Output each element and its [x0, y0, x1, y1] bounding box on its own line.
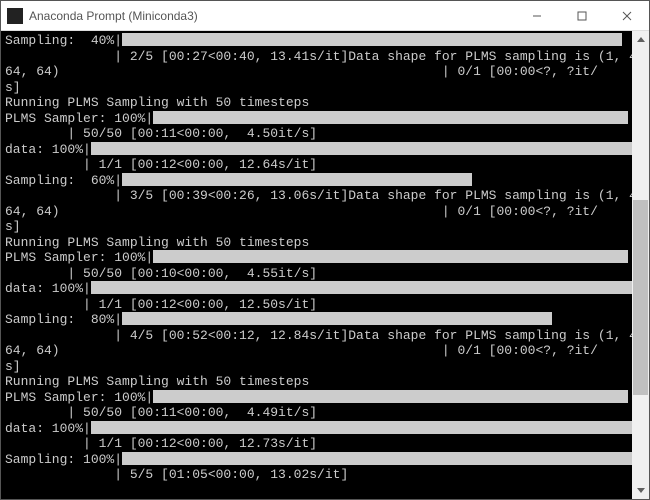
progress-bar	[153, 390, 628, 403]
log-line: 64, 64) | 0/1 [00:00<?, ?it/	[5, 343, 598, 358]
log-line: PLMS Sampler: 100%|	[5, 111, 153, 126]
scroll-track[interactable]	[632, 48, 649, 482]
log-line: 64, 64) | 0/1 [00:00<?, ?it/	[5, 64, 598, 79]
log-line: data: 100%|	[5, 142, 91, 157]
progress-bar	[122, 452, 632, 465]
log-line: | 1/1 [00:12<00:00, 12.64s/it]	[5, 157, 317, 172]
log-line: | 4/5 [00:52<00:12, 12.84s/it]Data shape…	[5, 328, 632, 343]
log-line: Sampling: 40%|	[5, 33, 122, 48]
log-line: | 1/1 [00:12<00:00, 12.50s/it]	[5, 297, 317, 312]
log-line: s]	[5, 80, 21, 95]
log-line: Sampling: 80%|	[5, 312, 122, 327]
log-line: | 50/50 [00:10<00:00, 4.55it/s]	[5, 266, 317, 281]
progress-bar	[91, 421, 632, 434]
window-frame: Anaconda Prompt (Miniconda3) Sampling: 4…	[0, 0, 650, 500]
log-line: | 1/1 [00:12<00:00, 12.73s/it]	[5, 436, 317, 451]
minimize-button[interactable]	[514, 1, 559, 31]
log-line: Running PLMS Sampling with 50 timesteps	[5, 235, 309, 250]
terminal-output[interactable]: Sampling: 40%| | 2/5 [00:27<00:40, 13.41…	[1, 31, 632, 499]
progress-bar	[91, 281, 632, 294]
log-line: | 50/50 [00:11<00:00, 4.49it/s]	[5, 405, 317, 420]
app-icon	[7, 8, 23, 24]
scroll-down-button[interactable]	[632, 482, 649, 499]
log-line: Running PLMS Sampling with 50 timesteps	[5, 374, 309, 389]
log-line: PLMS Sampler: 100%|	[5, 390, 153, 405]
progress-bar	[122, 173, 472, 186]
progress-bar	[153, 111, 628, 124]
log-line: | 2/5 [00:27<00:40, 13.41s/it]Data shape…	[5, 49, 632, 64]
scroll-up-button[interactable]	[632, 31, 649, 48]
scroll-thumb[interactable]	[633, 200, 648, 395]
log-line: s]	[5, 359, 21, 374]
progress-bar	[91, 142, 632, 155]
log-line: Sampling: 100%|	[5, 452, 122, 467]
log-line: data: 100%|	[5, 421, 91, 436]
terminal-area: Sampling: 40%| | 2/5 [00:27<00:40, 13.41…	[1, 31, 649, 499]
log-line: PLMS Sampler: 100%|	[5, 250, 153, 265]
window-title: Anaconda Prompt (Miniconda3)	[29, 9, 514, 23]
log-line: s]	[5, 219, 21, 234]
log-line: 64, 64) | 0/1 [00:00<?, ?it/	[5, 204, 598, 219]
log-line: | 5/5 [01:05<00:00, 13.02s/it]	[5, 467, 348, 482]
progress-bar	[153, 250, 628, 263]
log-line: Running PLMS Sampling with 50 timesteps	[5, 95, 309, 110]
progress-bar	[122, 33, 622, 46]
maximize-button[interactable]	[559, 1, 604, 31]
log-line: | 3/5 [00:39<00:26, 13.06s/it]Data shape…	[5, 188, 632, 203]
vertical-scrollbar[interactable]	[632, 31, 649, 499]
log-line: Sampling: 60%|	[5, 173, 122, 188]
log-line: data: 100%|	[5, 281, 91, 296]
titlebar[interactable]: Anaconda Prompt (Miniconda3)	[1, 1, 649, 31]
progress-bar	[122, 312, 552, 325]
close-button[interactable]	[604, 1, 649, 31]
log-line: | 50/50 [00:11<00:00, 4.50it/s]	[5, 126, 317, 141]
